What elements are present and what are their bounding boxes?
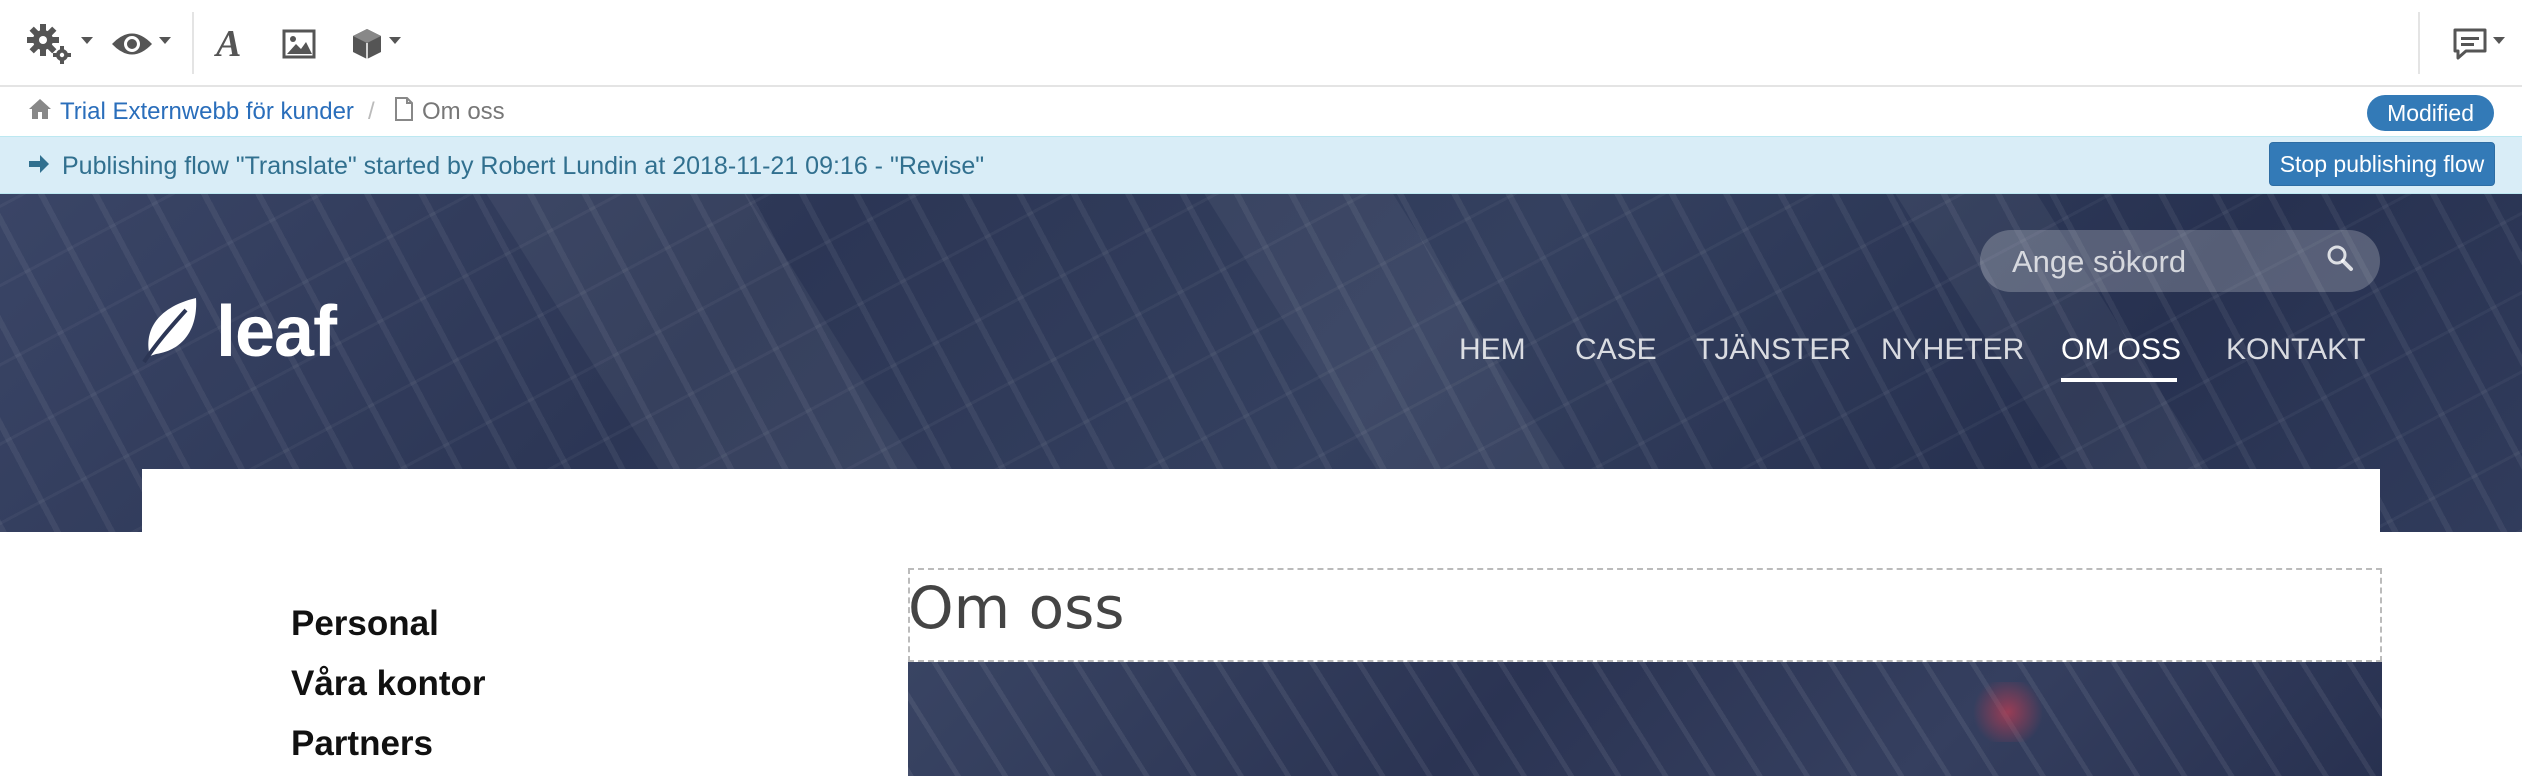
chevron-down-icon: [2493, 36, 2505, 44]
breadcrumb-home-label: Trial Externwebb för kunder: [60, 98, 354, 125]
logo-text: leaf: [216, 291, 337, 372]
breadcrumb-home[interactable]: Trial Externwebb för kunder: [28, 97, 354, 127]
image-button[interactable]: [282, 18, 316, 70]
breadcrumb-current-label: Om oss: [422, 98, 505, 125]
chevron-down-icon: [81, 36, 93, 44]
sidebar-link-personal[interactable]: Personal: [291, 604, 439, 644]
font-icon: A: [216, 23, 242, 65]
file-icon: [394, 96, 414, 128]
alert-message-text: Publishing flow "Translate" started by R…: [62, 151, 985, 180]
stop-publishing-flow-button[interactable]: Stop publishing flow: [2269, 142, 2495, 186]
alert-message: Publishing flow "Translate" started by R…: [28, 150, 984, 182]
sidebar-link-partners[interactable]: Partners: [291, 724, 433, 764]
eye-icon: [110, 29, 154, 59]
nav-item-om-oss[interactable]: OM OSS: [2061, 333, 2181, 367]
search-placeholder: Ange sökord: [2012, 244, 2187, 279]
nav-item-kontakt[interactable]: KONTAKT: [2226, 333, 2365, 367]
gears-icon: [26, 22, 76, 66]
cube-icon: [350, 27, 384, 61]
toolbar-divider: [192, 12, 194, 74]
sidebar-link-vara-kontor[interactable]: Våra kontor: [291, 664, 486, 704]
leaf-icon: [140, 294, 200, 369]
comments-icon: [2452, 27, 2488, 61]
nav-item-tjanster[interactable]: TJÄNSTER: [1696, 333, 1851, 367]
home-icon: [28, 98, 52, 127]
content-panel-top: [142, 469, 2380, 532]
breadcrumb-separator: /: [368, 98, 375, 125]
breadcrumb-current: Om oss: [394, 96, 505, 128]
content-image: [908, 662, 2382, 776]
nav-item-case[interactable]: CASE: [1575, 333, 1657, 367]
status-badge: Modified: [2367, 95, 2494, 131]
settings-dropdown[interactable]: [26, 18, 93, 70]
chevron-down-icon: [159, 36, 171, 44]
publishing-alert: Publishing flow "Translate" started by R…: [0, 136, 2522, 194]
editable-title-region[interactable]: [908, 568, 2382, 662]
site-logo[interactable]: leaf: [140, 291, 337, 372]
comments-dropdown[interactable]: [2452, 18, 2505, 70]
nav-item-nyheter[interactable]: NYHETER: [1881, 333, 2024, 367]
site-header-hero: leaf Ange sökord HEM CASE TJÄNSTER NYHET…: [0, 194, 2522, 532]
site-search-input[interactable]: Ange sökord: [1980, 230, 2380, 292]
chevron-down-icon: [389, 36, 401, 44]
arrow-right-icon: [28, 152, 50, 181]
components-dropdown[interactable]: [350, 18, 401, 70]
image-icon: [282, 29, 316, 59]
nav-item-hem[interactable]: HEM: [1459, 333, 1526, 367]
search-icon[interactable]: [2326, 244, 2354, 277]
nav-active-indicator: [2061, 378, 2177, 382]
editor-toolbar: A: [0, 0, 2522, 87]
breadcrumb: Trial Externwebb för kunder / Om oss: [0, 89, 2522, 136]
page-title: Om oss: [908, 574, 1125, 642]
toolbar-divider: [2418, 12, 2420, 74]
preview-dropdown[interactable]: [110, 18, 171, 70]
text-button[interactable]: A: [216, 18, 241, 70]
image-highlight: [1968, 682, 2048, 742]
